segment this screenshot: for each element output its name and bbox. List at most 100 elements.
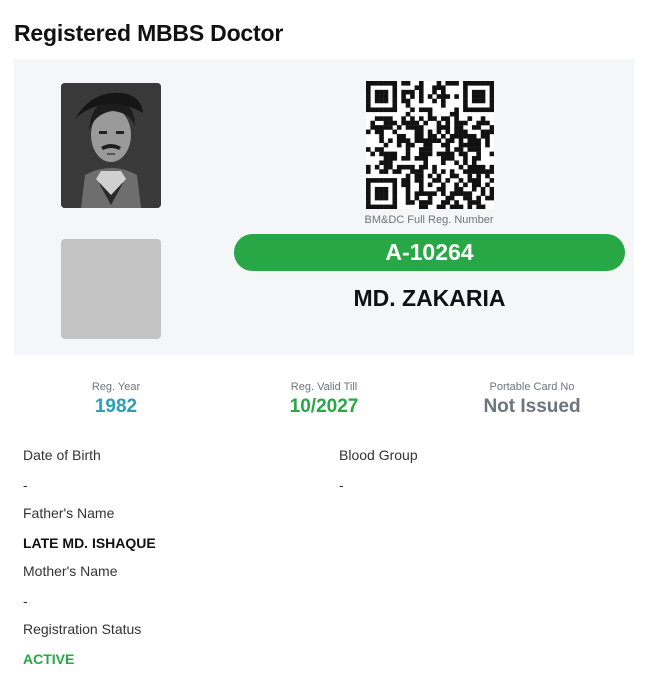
qr-module: [366, 107, 371, 113]
qr-module: [388, 120, 393, 126]
qr-module: [441, 186, 446, 192]
qr-module: [445, 125, 451, 130]
qr-module: [401, 81, 406, 86]
qr-module: [454, 129, 459, 135]
qr-module: [427, 182, 433, 188]
qr-module: [405, 200, 411, 205]
qr-module: [366, 186, 371, 192]
qr-module: [489, 191, 494, 196]
qr-module: [489, 98, 494, 104]
stat-reg-year: Reg. Year 1982: [16, 381, 216, 418]
qr-module: [383, 116, 389, 121]
qr-module: [392, 107, 398, 113]
qr-module: [463, 120, 468, 126]
qr-module: [489, 164, 494, 170]
qr-module: [374, 107, 380, 113]
qr-module: [423, 120, 428, 126]
qr-module: [405, 156, 411, 161]
qr-module: [366, 103, 371, 108]
qr-module: [374, 191, 380, 196]
qr-module: [374, 116, 380, 121]
qr-module: [436, 173, 442, 179]
qr-module: [427, 133, 433, 139]
qr-module: [463, 89, 468, 95]
qr-module: [449, 156, 455, 161]
qr-module: [471, 200, 477, 205]
stat-label: Reg. Year: [91, 381, 141, 393]
qr-module: [441, 142, 446, 148]
qr-module: [489, 186, 494, 192]
qr-module: [463, 94, 468, 99]
qr-module: [366, 191, 371, 196]
qr-module: [449, 111, 455, 117]
qr-module: [489, 85, 494, 91]
qr-module: [388, 107, 393, 113]
qr-module: [427, 142, 433, 148]
stat-label: Portable Card No: [489, 381, 575, 393]
qr-module: [374, 89, 380, 95]
qr-module: [454, 107, 459, 113]
qr-module: [476, 164, 481, 170]
qr-module: [445, 151, 451, 157]
qr-module: [471, 186, 477, 192]
qr-module: [480, 164, 486, 170]
qr-module: [476, 94, 481, 99]
qr-module: [374, 204, 380, 209]
qr-module: [401, 138, 406, 143]
qr-module: [449, 195, 455, 201]
reg-number-badge: A-10264: [234, 234, 625, 271]
qr-module: [383, 164, 389, 170]
qr-module: [467, 116, 473, 121]
qr-module: [379, 178, 384, 183]
qr-module: [379, 151, 384, 157]
qr-module: [471, 156, 477, 161]
qr-module: [410, 89, 415, 95]
qr-module: [388, 156, 393, 161]
qr-module: [441, 89, 446, 95]
qr-module: [427, 116, 433, 121]
qr-module: [480, 186, 486, 192]
qr-module: [383, 151, 389, 157]
qr-module: [427, 107, 433, 113]
mother-name-label: Mother's Name: [23, 563, 118, 579]
qr-module: [405, 103, 411, 108]
qr-module: [366, 147, 371, 152]
qr-module: [405, 142, 411, 148]
qr-module: [392, 151, 398, 157]
qr-module: [441, 191, 446, 196]
qr-module: [445, 178, 451, 183]
qr-module: [432, 85, 437, 91]
qr-module: [471, 147, 477, 152]
qr-module: [418, 94, 424, 99]
qr-module: [423, 138, 428, 143]
qr-module: [454, 186, 459, 192]
qr-module: [427, 94, 433, 99]
qr-module: [410, 125, 415, 130]
signature-placeholder: [61, 239, 161, 339]
qr-module: [441, 125, 446, 130]
qr-module: [405, 186, 411, 192]
qr-module: [467, 147, 473, 152]
qr-module: [445, 129, 451, 135]
qr-module: [370, 178, 376, 183]
qr-module: [441, 133, 446, 139]
qr-module: [418, 81, 424, 86]
qr-module: [388, 164, 393, 170]
qr-module: [423, 164, 428, 170]
qr-module: [476, 142, 481, 148]
stat-value: 10/2027: [289, 396, 359, 417]
qr-module: [405, 195, 411, 201]
qr-module: [445, 195, 451, 201]
father-name-label: Father's Name: [23, 505, 115, 521]
qr-module: [392, 98, 398, 104]
qr-module: [401, 120, 406, 126]
qr-module: [379, 147, 384, 152]
qr-module: [374, 147, 380, 152]
qr-module: [370, 81, 376, 86]
qr-module: [463, 156, 468, 161]
qr-module: [379, 160, 384, 166]
qr-module: [418, 191, 424, 196]
qr-module: [432, 116, 437, 121]
qr-module: [414, 85, 420, 91]
qr-module: [423, 156, 428, 161]
